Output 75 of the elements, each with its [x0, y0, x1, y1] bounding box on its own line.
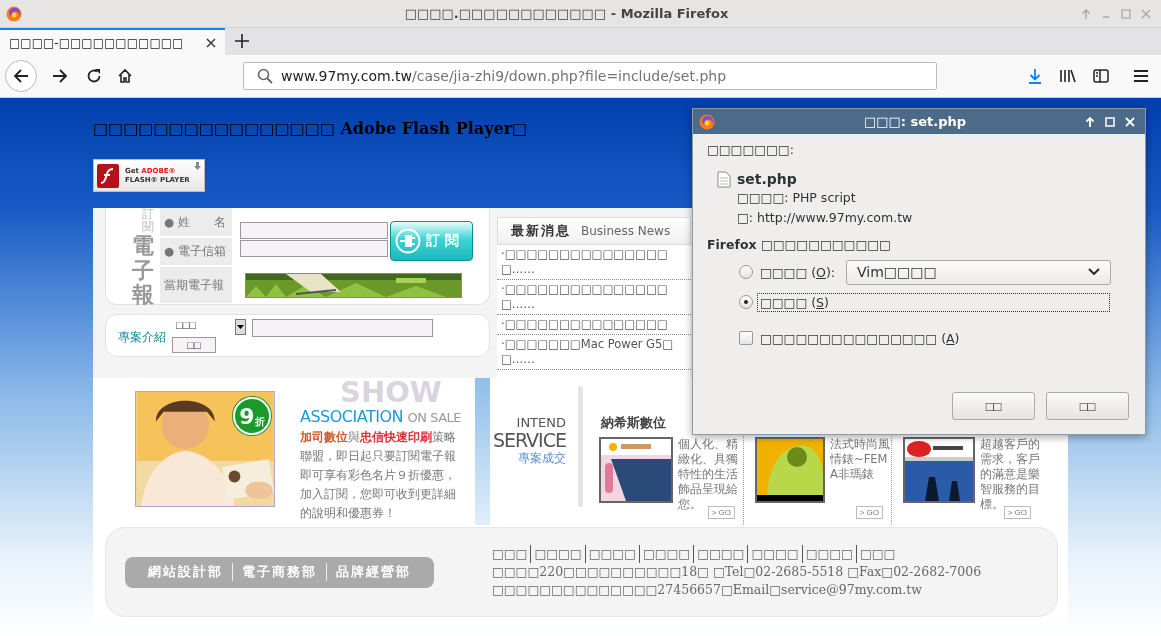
card-title: 納希斯數位	[601, 414, 666, 432]
footer-link[interactable]: □□□	[492, 545, 531, 563]
input-field[interactable]	[240, 222, 388, 239]
home-icon[interactable]	[117, 68, 133, 84]
subscribe-label: 訂閱	[142, 208, 154, 235]
file-source: □: http://www.97my.com.tw	[737, 209, 913, 227]
library-icon[interactable]	[1059, 68, 1077, 84]
radio-button[interactable]	[739, 295, 753, 309]
radio-label[interactable]: □□□□ (S)	[757, 292, 1110, 312]
footer-link[interactable]: □□□□	[530, 545, 585, 563]
news-link[interactable]: ·□□□□□□□□□□□□□□□□……	[497, 280, 691, 315]
service-heading: SERVICE	[491, 430, 566, 450]
field-label: ● 姓 名	[160, 208, 232, 236]
promo-text: 加司數位與忠信快速印刷策略聯盟，即日起只要訂閱電子報即可享有彩色名片９折優惠，加入訂閱，您即可收到更詳細的說明和優惠券！	[300, 429, 457, 522]
sidebar-icon[interactable]	[1093, 68, 1109, 84]
footer-link[interactable]: □□□□	[747, 545, 802, 563]
footer-link[interactable]: □□□□	[584, 545, 639, 563]
chevron-down-icon	[1088, 268, 1101, 276]
plug-icon	[395, 228, 421, 254]
footer-link[interactable]: □□□□	[801, 545, 856, 563]
forward-icon[interactable]	[52, 68, 68, 84]
address-field[interactable]: www.97my.com.tw/case/jia-zhi9/down.php?file=include/set.php	[243, 62, 937, 90]
search-field[interactable]	[252, 319, 433, 337]
download-icon[interactable]	[1027, 68, 1043, 84]
checkbox[interactable]	[739, 331, 753, 345]
field-label: ● 電子信箱	[160, 238, 232, 265]
firefox-logo-icon	[6, 5, 22, 22]
footer-link[interactable]: □□□□	[693, 545, 748, 563]
dialog-intro: □□□□□□□:	[707, 142, 795, 157]
service-heading: INTEND	[515, 416, 566, 430]
news-link[interactable]: ·□□□□□□□Mac Power G5□□……	[497, 335, 691, 370]
newsletter-title: 電子報	[132, 234, 154, 307]
footer-link[interactable]: □□□□	[638, 545, 694, 563]
address-text: □□□□220□□□□□□□□□□18□ □Tel□02-2685-5518 □Fax□02-2682-7006	[492, 563, 982, 581]
radio-label[interactable]: □□□□ (O):	[757, 262, 839, 282]
search-button[interactable]: □□	[172, 337, 216, 353]
download-arrow-icon	[194, 162, 201, 170]
reload-icon[interactable]	[86, 68, 102, 84]
flash-notice: □□□□□□□□□□□□□□□□ Adobe Flash Player□	[93, 119, 528, 138]
flash-logo-icon	[97, 163, 119, 188]
document-icon	[717, 171, 731, 188]
file-name: set.php	[737, 171, 798, 187]
radio-button[interactable]	[739, 265, 753, 279]
new-tab-icon[interactable]	[235, 34, 249, 48]
footer-link[interactable]: □□□	[855, 545, 899, 563]
menu-icon[interactable]	[1133, 68, 1149, 84]
firefox-logo-icon	[699, 113, 715, 130]
field-label: 當期電子報	[160, 267, 232, 303]
go-button[interactable]: > GO	[707, 506, 735, 519]
window-title: □□□□.□□□□□□□□□□□□ - Mozilla Firefox	[403, 6, 730, 21]
news-link[interactable]: ·□□□□□□□□□□□□□□□	[497, 315, 691, 335]
back-button[interactable]	[5, 60, 37, 92]
back-arrow-icon	[13, 68, 29, 84]
go-button[interactable]: > GO	[855, 506, 883, 519]
input-field[interactable]	[240, 240, 388, 257]
news-title: 最新消息	[511, 222, 571, 240]
dropdown-arrow-icon	[237, 325, 244, 329]
promo-title: ASSOCIATION ON SALE	[300, 407, 463, 426]
go-button[interactable]: > GO	[1003, 506, 1031, 519]
company-text: □□□□□□□□□□□□□□27456657□Email□service@97my.com.tw	[492, 581, 923, 599]
search-icon	[257, 68, 273, 84]
dialog-title: □□□: set.php	[862, 114, 968, 129]
checkbox-label[interactable]: □□□□□□□□□□□□□□□ (A)	[757, 328, 963, 348]
card-text: 法式時尚風情錶~FEMA非瑪錶	[830, 437, 890, 483]
service-subtitle: 專案成交	[517, 450, 566, 467]
news-link[interactable]: ·□□□□□□□□□□□□□□□□……	[497, 245, 691, 280]
browser-tab[interactable]: □□□□-□□□□□□□□□□□	[0, 28, 225, 55]
dialog-button[interactable]: □□	[952, 392, 1035, 420]
application-dropdown[interactable]: Vim□□□□	[846, 259, 1112, 285]
dialog-button[interactable]: □□	[1046, 392, 1129, 420]
dialog-question: Firefox □□□□□□□□□□□	[707, 237, 892, 252]
news-subtitle: Business News	[581, 224, 671, 238]
close-icon[interactable]	[206, 37, 216, 48]
file-type: □□□□: PHP script	[737, 189, 857, 207]
section-label: 專案介紹	[118, 329, 167, 346]
